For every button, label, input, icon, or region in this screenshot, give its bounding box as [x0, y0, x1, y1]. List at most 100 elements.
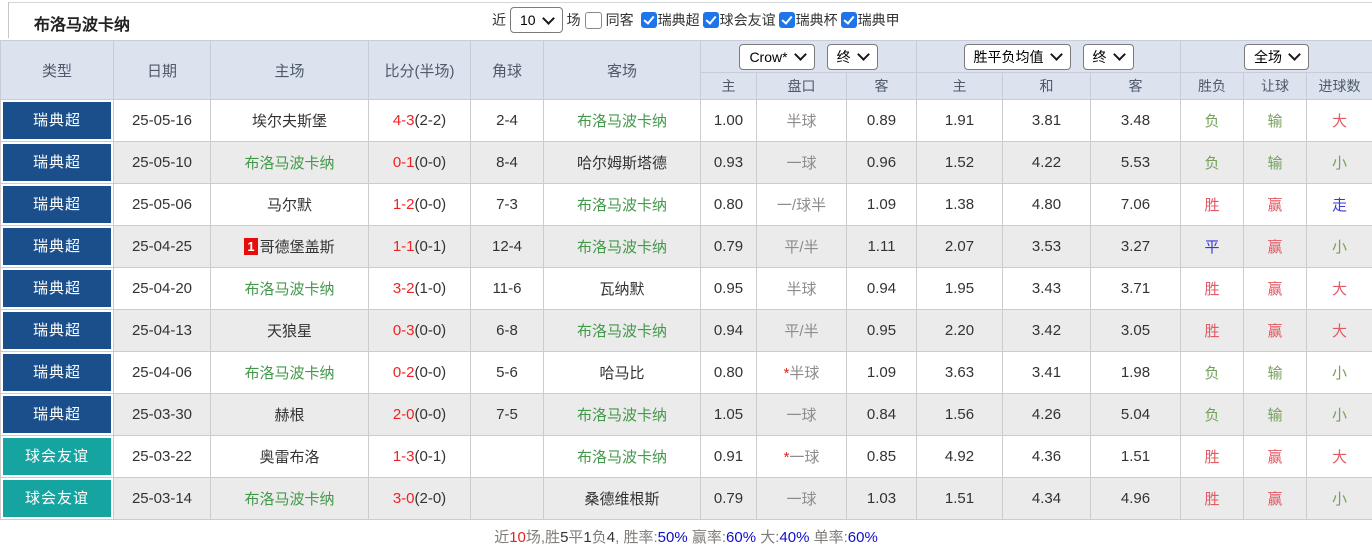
- handicap-result-cell: 输: [1244, 352, 1307, 394]
- corner-score: [471, 436, 544, 478]
- home-team: 埃尔夫斯堡: [252, 113, 327, 130]
- summary-part: 50%: [658, 529, 688, 546]
- result-cell: 胜: [1181, 436, 1244, 478]
- home-team-cell: 赫根: [211, 394, 369, 436]
- away-team-cell: 布洛马波卡纳: [544, 310, 701, 352]
- league-filter-item: 瑞典超: [641, 10, 700, 30]
- league-checkbox[interactable]: [641, 12, 657, 28]
- score-cell: 3-2(1-0): [369, 268, 471, 310]
- odds-company-select[interactable]: Crow*: [739, 44, 814, 70]
- avg-time-value: 终: [1093, 47, 1107, 67]
- away-team: 布洛马波卡纳: [577, 113, 667, 130]
- handicap-result-cell: 赢: [1244, 268, 1307, 310]
- handicap-line: 一/球半: [757, 184, 847, 226]
- home-team: 布洛马波卡纳: [244, 365, 334, 382]
- sub-header-odds-away: 客: [847, 73, 917, 100]
- goals-result-cell: 小: [1307, 478, 1372, 520]
- chevron-down-icon: [857, 48, 870, 61]
- league-filters: 瑞典超球会友谊瑞典杯瑞典甲: [638, 10, 900, 31]
- avg-draw-odds: 4.22: [1003, 142, 1091, 184]
- handicap-text: 一球: [786, 407, 816, 424]
- avg-home-odds: 1.95: [917, 268, 1003, 310]
- avg-draw-odds: 3.53: [1003, 226, 1091, 268]
- avg-away-odds: 1.98: [1091, 352, 1181, 394]
- league-checkbox[interactable]: [841, 12, 857, 28]
- chevron-down-icon: [794, 48, 807, 61]
- avg-home-odds: 1.91: [917, 100, 1003, 142]
- match-row: 球会友谊 25-03-22 奥雷布洛 1-3(0-1) 布洛马波卡纳 0.91 …: [1, 436, 1372, 478]
- league-label: 瑞典甲: [858, 10, 900, 30]
- result-cell: 负: [1181, 394, 1244, 436]
- same-away-checkbox[interactable]: [585, 12, 602, 29]
- goals-result-cell: 大: [1307, 310, 1372, 352]
- result-cell: 胜: [1181, 310, 1244, 352]
- match-row: 瑞典超 25-04-20 布洛马波卡纳 3-2(1-0) 11-6 瓦纳默 0.…: [1, 268, 1372, 310]
- odds-time-select[interactable]: 终: [827, 44, 878, 70]
- result-cell: 负: [1181, 142, 1244, 184]
- avg-home-odds: 1.38: [917, 184, 1003, 226]
- sub-header-result: 胜负: [1181, 73, 1244, 100]
- corner-score: 12-4: [471, 226, 544, 268]
- summary-part: 大:: [756, 529, 779, 546]
- full-time-score: 1-3: [393, 448, 415, 465]
- sub-header-handicap-result: 让球: [1244, 73, 1307, 100]
- sub-header-goals: 进球数: [1307, 73, 1372, 100]
- scope-value: 全场: [1254, 47, 1282, 67]
- score-cell: 1-1(0-1): [369, 226, 471, 268]
- match-row: 球会友谊 25-03-14 布洛马波卡纳 3-0(2-0) 桑德维根斯 0.79…: [1, 478, 1372, 520]
- home-team-cell: 天狼星: [211, 310, 369, 352]
- half-time-score: (2-0): [415, 490, 447, 507]
- handicap-result-cell: 赢: [1244, 478, 1307, 520]
- league-badge: 瑞典超: [3, 102, 111, 139]
- away-team: 哈马比: [599, 365, 644, 382]
- half-time-score: (0-0): [415, 322, 447, 339]
- league-badge: 球会友谊: [3, 480, 111, 517]
- away-team-cell: 布洛马波卡纳: [544, 184, 701, 226]
- summary-stats: 近10场,胜5平1负4, 胜率:50% 赢率:60% 大:40% 单率:60%: [0, 520, 1372, 556]
- summary-part: 单率:: [809, 529, 847, 546]
- recent-count-value: 10: [520, 12, 536, 28]
- goals-result-cell: 小: [1307, 142, 1372, 184]
- home-team: 赫根: [274, 407, 304, 424]
- half-time-score: (0-1): [415, 238, 447, 255]
- away-handicap-odds: 0.95: [847, 310, 917, 352]
- league-type-cell: 瑞典超: [1, 142, 114, 184]
- match-date: 25-04-13: [114, 310, 211, 352]
- full-time-score: 3-2: [393, 280, 415, 297]
- away-handicap-odds: 1.09: [847, 352, 917, 394]
- home-team: 奥雷布洛: [259, 449, 319, 466]
- avg-time-select[interactable]: 终: [1083, 44, 1134, 70]
- goals-result-cell: 大: [1307, 268, 1372, 310]
- league-type-cell: 瑞典超: [1, 184, 114, 226]
- handicap-text: 半球: [786, 281, 816, 298]
- league-checkbox[interactable]: [703, 12, 719, 28]
- avg-type-select[interactable]: 胜平负均值: [964, 44, 1071, 70]
- sub-header-avg-draw: 和: [1003, 73, 1091, 100]
- recent-label: 近: [492, 10, 506, 30]
- home-team-cell: 1哥德堡盖斯: [211, 226, 369, 268]
- away-handicap-odds: 1.11: [847, 226, 917, 268]
- corner-score: 5-6: [471, 352, 544, 394]
- home-handicap-odds: 0.80: [701, 184, 757, 226]
- corner-score: 11-6: [471, 268, 544, 310]
- home-handicap-odds: 1.05: [701, 394, 757, 436]
- handicap-line: 平/半: [757, 226, 847, 268]
- league-type-cell: 瑞典超: [1, 226, 114, 268]
- recent-count-select[interactable]: 10: [510, 7, 563, 33]
- top-bar: 布洛马波卡纳 近 10 场 同客 瑞典超球会友谊瑞典杯瑞典甲: [0, 0, 1372, 40]
- score-cell: 1-3(0-1): [369, 436, 471, 478]
- corner-score: 6-8: [471, 310, 544, 352]
- same-away-label: 同客: [606, 10, 634, 30]
- scope-select[interactable]: 全场: [1244, 44, 1309, 70]
- chevron-down-icon: [1288, 48, 1301, 61]
- home-team: 布洛马波卡纳: [244, 491, 334, 508]
- avg-home-odds: 1.51: [917, 478, 1003, 520]
- summary-part: 60%: [726, 529, 756, 546]
- avg-draw-odds: 3.81: [1003, 100, 1091, 142]
- league-badge: 瑞典超: [3, 270, 111, 307]
- col-header-score: 比分(半场): [369, 41, 471, 100]
- corner-score: 8-4: [471, 142, 544, 184]
- avg-draw-odds: 4.26: [1003, 394, 1091, 436]
- league-checkbox[interactable]: [779, 12, 795, 28]
- match-date: 25-03-14: [114, 478, 211, 520]
